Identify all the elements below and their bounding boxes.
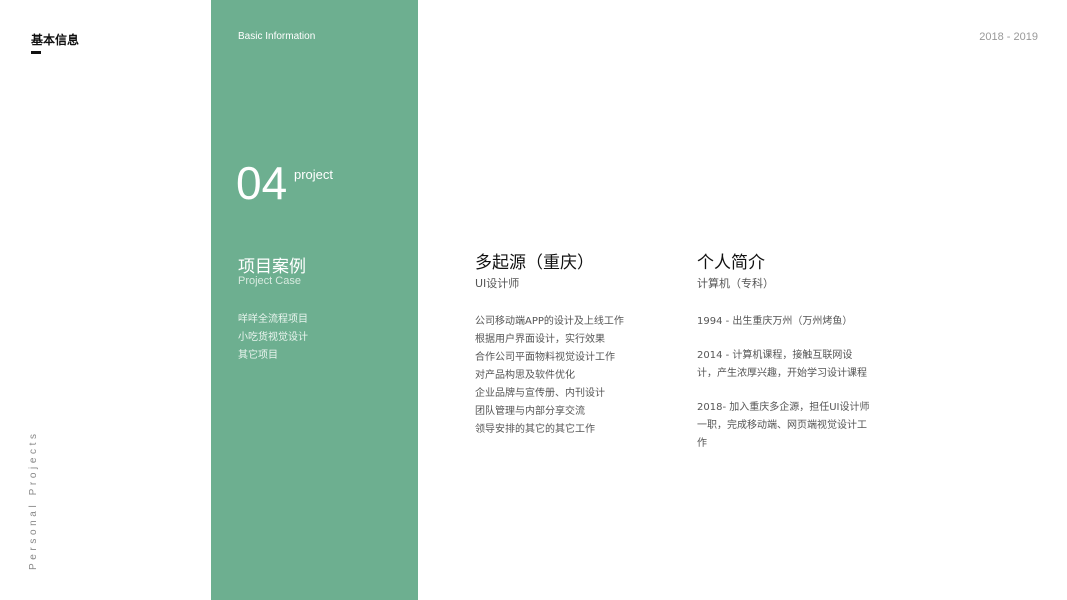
profile-subtitle: 计算机（专科） [697, 277, 774, 290]
green-panel: Basic Information 04 project 项目案例 Projec… [211, 0, 418, 600]
duty-item: 领导安排的其它的其它工作 [475, 424, 595, 435]
timeline-item: 2018- 加入重庆多企源，担任UI设计师一职，完成移动端、网页端视觉设计工作 [697, 402, 870, 449]
profile-title: 个人简介 [697, 253, 765, 273]
company-role: UI设计师 [475, 277, 520, 290]
duty-item: 团队管理与内部分享交流 [475, 406, 585, 417]
section-number: 04 [236, 157, 288, 209]
vertical-label: Personal Projects [28, 430, 39, 570]
case-item: 小吃货视觉设计 [238, 332, 308, 343]
timeline-item: 2014 - 计算机课程，接触互联网设计，产生浓厚兴趣，开始学习设计课程 [697, 350, 867, 379]
duty-item: 企业品牌与宣传册、内刊设计 [475, 388, 605, 399]
section-title: 基本信息 [31, 33, 80, 47]
duty-item: 对产品构思及软件优化 [475, 370, 575, 381]
timeline-list: 1994 - 出生重庆万州（万州烤鱼） 2014 - 计算机课程，接触互联网设计… [697, 313, 872, 453]
duty-item: 合作公司平面物料视觉设计工作 [475, 352, 615, 363]
case-title: 项目案例 [238, 257, 306, 277]
duty-item: 公司移动端APP的设计及上线工作 [475, 316, 624, 327]
case-list: 咩咩全流程项目 小吃货视觉设计 其它项目 [238, 311, 308, 365]
case-subtitle: Project Case [238, 275, 301, 287]
year-range: 2018 - 2019 [979, 31, 1038, 43]
section-number-label: project [294, 167, 334, 182]
company-column: 多起源（重庆） UI设计师 公司移动端APP的设计及上线工作 根据用户界面设计，… [475, 252, 624, 439]
timeline-item: 1994 - 出生重庆万州（万州烤鱼） [697, 316, 853, 327]
company-title: 多起源（重庆） [475, 253, 594, 273]
duty-list: 公司移动端APP的设计及上线工作 根据用户界面设计，实行效果 合作公司平面物料视… [475, 313, 624, 439]
title-underline [31, 51, 41, 54]
profile-column: 个人简介 计算机（专科） 1994 - 出生重庆万州（万州烤鱼） 2014 - … [697, 252, 872, 469]
duty-item: 根据用户界面设计，实行效果 [475, 334, 605, 345]
case-item: 咩咩全流程项目 [238, 314, 308, 325]
case-item: 其它项目 [238, 350, 278, 361]
basic-info-label: Basic Information [238, 31, 316, 42]
